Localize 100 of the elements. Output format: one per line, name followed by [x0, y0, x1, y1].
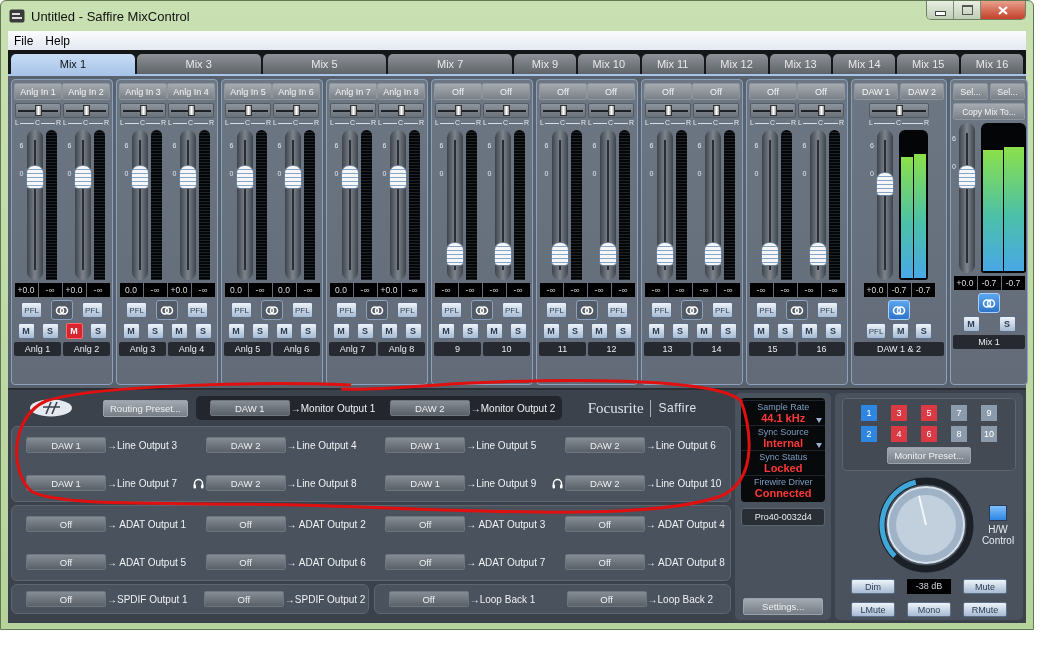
select-button[interactable]: Sel... — [953, 83, 988, 100]
output-source-button[interactable]: Off — [564, 554, 645, 570]
pfl-button[interactable]: PFL — [441, 302, 462, 318]
pfl-button[interactable]: PFL — [126, 302, 147, 318]
dropdown-arrow-icon[interactable] — [816, 443, 823, 448]
fader-thumb[interactable] — [550, 241, 569, 266]
pan-slider[interactable] — [435, 103, 481, 118]
pan-slider[interactable] — [225, 103, 271, 118]
input-source-button[interactable]: Anlg In 6 — [272, 83, 320, 100]
pan-slider-thumb[interactable] — [895, 105, 903, 116]
channel-mute-button[interactable]: M — [695, 323, 713, 339]
dropdown-arrow-icon[interactable] — [816, 418, 823, 423]
output-source-button[interactable]: Off — [203, 591, 284, 607]
channel-solo-button[interactable]: S — [461, 323, 479, 339]
fader-slider[interactable] — [26, 130, 43, 280]
channel-mute-button[interactable]: M — [892, 323, 910, 339]
channel-mute-button[interactable]: M — [227, 323, 245, 339]
pan-slider-thumb[interactable] — [139, 105, 147, 116]
pan-slider-thumb[interactable] — [502, 105, 510, 116]
pfl-button[interactable]: PFL — [817, 302, 838, 318]
fader-slider[interactable] — [74, 130, 91, 280]
fader-thumb[interactable] — [655, 241, 674, 266]
hw-control-toggle[interactable] — [989, 504, 1007, 521]
channel-solo-button[interactable]: S — [89, 323, 107, 339]
input-source-button[interactable]: DAW 1 — [854, 83, 898, 100]
fader-slider[interactable] — [959, 123, 975, 273]
maximize-button[interactable] — [954, 1, 981, 19]
speaker-button[interactable]: 4 — [891, 426, 907, 442]
channel-mute-button[interactable]: M — [590, 323, 608, 339]
channel-solo-button[interactable]: S — [915, 323, 933, 339]
monitor-button[interactable]: RMute — [963, 602, 1007, 617]
pfl-button[interactable]: PFL — [546, 302, 567, 318]
pan-slider[interactable] — [15, 103, 61, 118]
output-source-button[interactable]: DAW 1 — [385, 475, 466, 491]
fader-slider[interactable] — [599, 130, 616, 280]
pan-slider-thumb[interactable] — [607, 105, 615, 116]
output-source-button[interactable]: Off — [26, 591, 106, 607]
channel-solo-button[interactable]: S — [146, 323, 164, 339]
mix-tab[interactable]: Mix 16 — [961, 54, 1023, 74]
input-source-button[interactable]: Anlg In 1 — [14, 83, 62, 100]
output-source-button[interactable]: Off — [564, 516, 645, 532]
fader-slider[interactable] — [389, 130, 406, 280]
monitor-button[interactable]: Mono — [907, 602, 951, 617]
output-source-button[interactable]: DAW 2 — [389, 400, 470, 416]
pfl-button[interactable]: PFL — [336, 302, 357, 318]
pan-slider-thumb[interactable] — [349, 105, 357, 116]
stereo-link-button[interactable] — [51, 300, 73, 320]
fader-thumb[interactable] — [283, 164, 302, 189]
stereo-link-button[interactable] — [471, 300, 493, 320]
pan-slider-thumb[interactable] — [244, 105, 252, 116]
mix-tab[interactable]: Mix 1 — [11, 54, 135, 74]
output-source-button[interactable]: DAW 2 — [205, 475, 286, 491]
pan-slider[interactable] — [120, 103, 166, 118]
input-source-button[interactable]: Off — [749, 83, 797, 100]
channel-solo-button[interactable]: S — [671, 323, 689, 339]
pfl-button[interactable]: PFL — [607, 302, 628, 318]
channel-mute-button[interactable]: M — [17, 323, 35, 339]
channel-solo-button[interactable]: S — [566, 323, 584, 339]
pan-slider-thumb[interactable] — [292, 105, 300, 116]
fader-thumb[interactable] — [876, 172, 894, 197]
pfl-button[interactable]: PFL — [397, 302, 418, 318]
channel-mute-button[interactable]: M — [380, 323, 398, 339]
mix-tab[interactable]: Mix 10 — [577, 54, 640, 74]
pan-slider[interactable] — [645, 103, 691, 118]
pan-slider[interactable] — [750, 103, 796, 118]
fader-slider[interactable] — [877, 130, 893, 280]
input-source-button[interactable]: DAW 2 — [900, 83, 944, 100]
input-source-button[interactable]: Off — [434, 83, 482, 100]
menu-item[interactable]: Help — [45, 33, 71, 48]
mix-tab[interactable]: Mix 12 — [705, 54, 768, 74]
mix-tab[interactable]: Mix 13 — [769, 54, 832, 74]
output-source-button[interactable]: Off — [566, 591, 647, 607]
dim-button[interactable]: Dim — [851, 579, 895, 594]
mix-tab[interactable]: Mix 5 — [262, 54, 387, 74]
input-source-button[interactable]: Anlg In 3 — [119, 83, 167, 100]
menu-item[interactable]: File — [14, 33, 34, 48]
pan-slider[interactable] — [378, 103, 424, 118]
fader-thumb[interactable] — [808, 241, 827, 266]
pan-slider[interactable] — [869, 103, 929, 118]
pfl-button[interactable]: PFL — [231, 302, 252, 318]
mix-tab[interactable]: Mix 3 — [136, 54, 261, 74]
pfl-button[interactable]: PFL — [21, 302, 42, 318]
fader-slider[interactable] — [341, 130, 358, 280]
channel-solo-button[interactable]: S — [299, 323, 317, 339]
output-source-button[interactable]: DAW 1 — [209, 400, 290, 416]
pan-slider-thumb[interactable] — [397, 105, 405, 116]
fader-slider[interactable] — [131, 130, 148, 280]
pan-slider-thumb[interactable] — [34, 105, 42, 116]
output-source-button[interactable]: Off — [388, 591, 469, 607]
input-source-button[interactable]: Off — [539, 83, 587, 100]
pan-slider[interactable] — [588, 103, 634, 118]
channel-mute-button[interactable]: M — [800, 323, 818, 339]
pan-slider[interactable] — [273, 103, 319, 118]
channel-solo-button[interactable]: S — [776, 323, 794, 339]
fader-slider[interactable] — [494, 130, 511, 280]
minimize-button[interactable] — [927, 1, 954, 19]
input-source-button[interactable]: Off — [587, 83, 635, 100]
status-value[interactable]: Internal — [763, 437, 804, 449]
pan-slider-thumb[interactable] — [664, 105, 672, 116]
fader-thumb[interactable] — [73, 164, 92, 189]
